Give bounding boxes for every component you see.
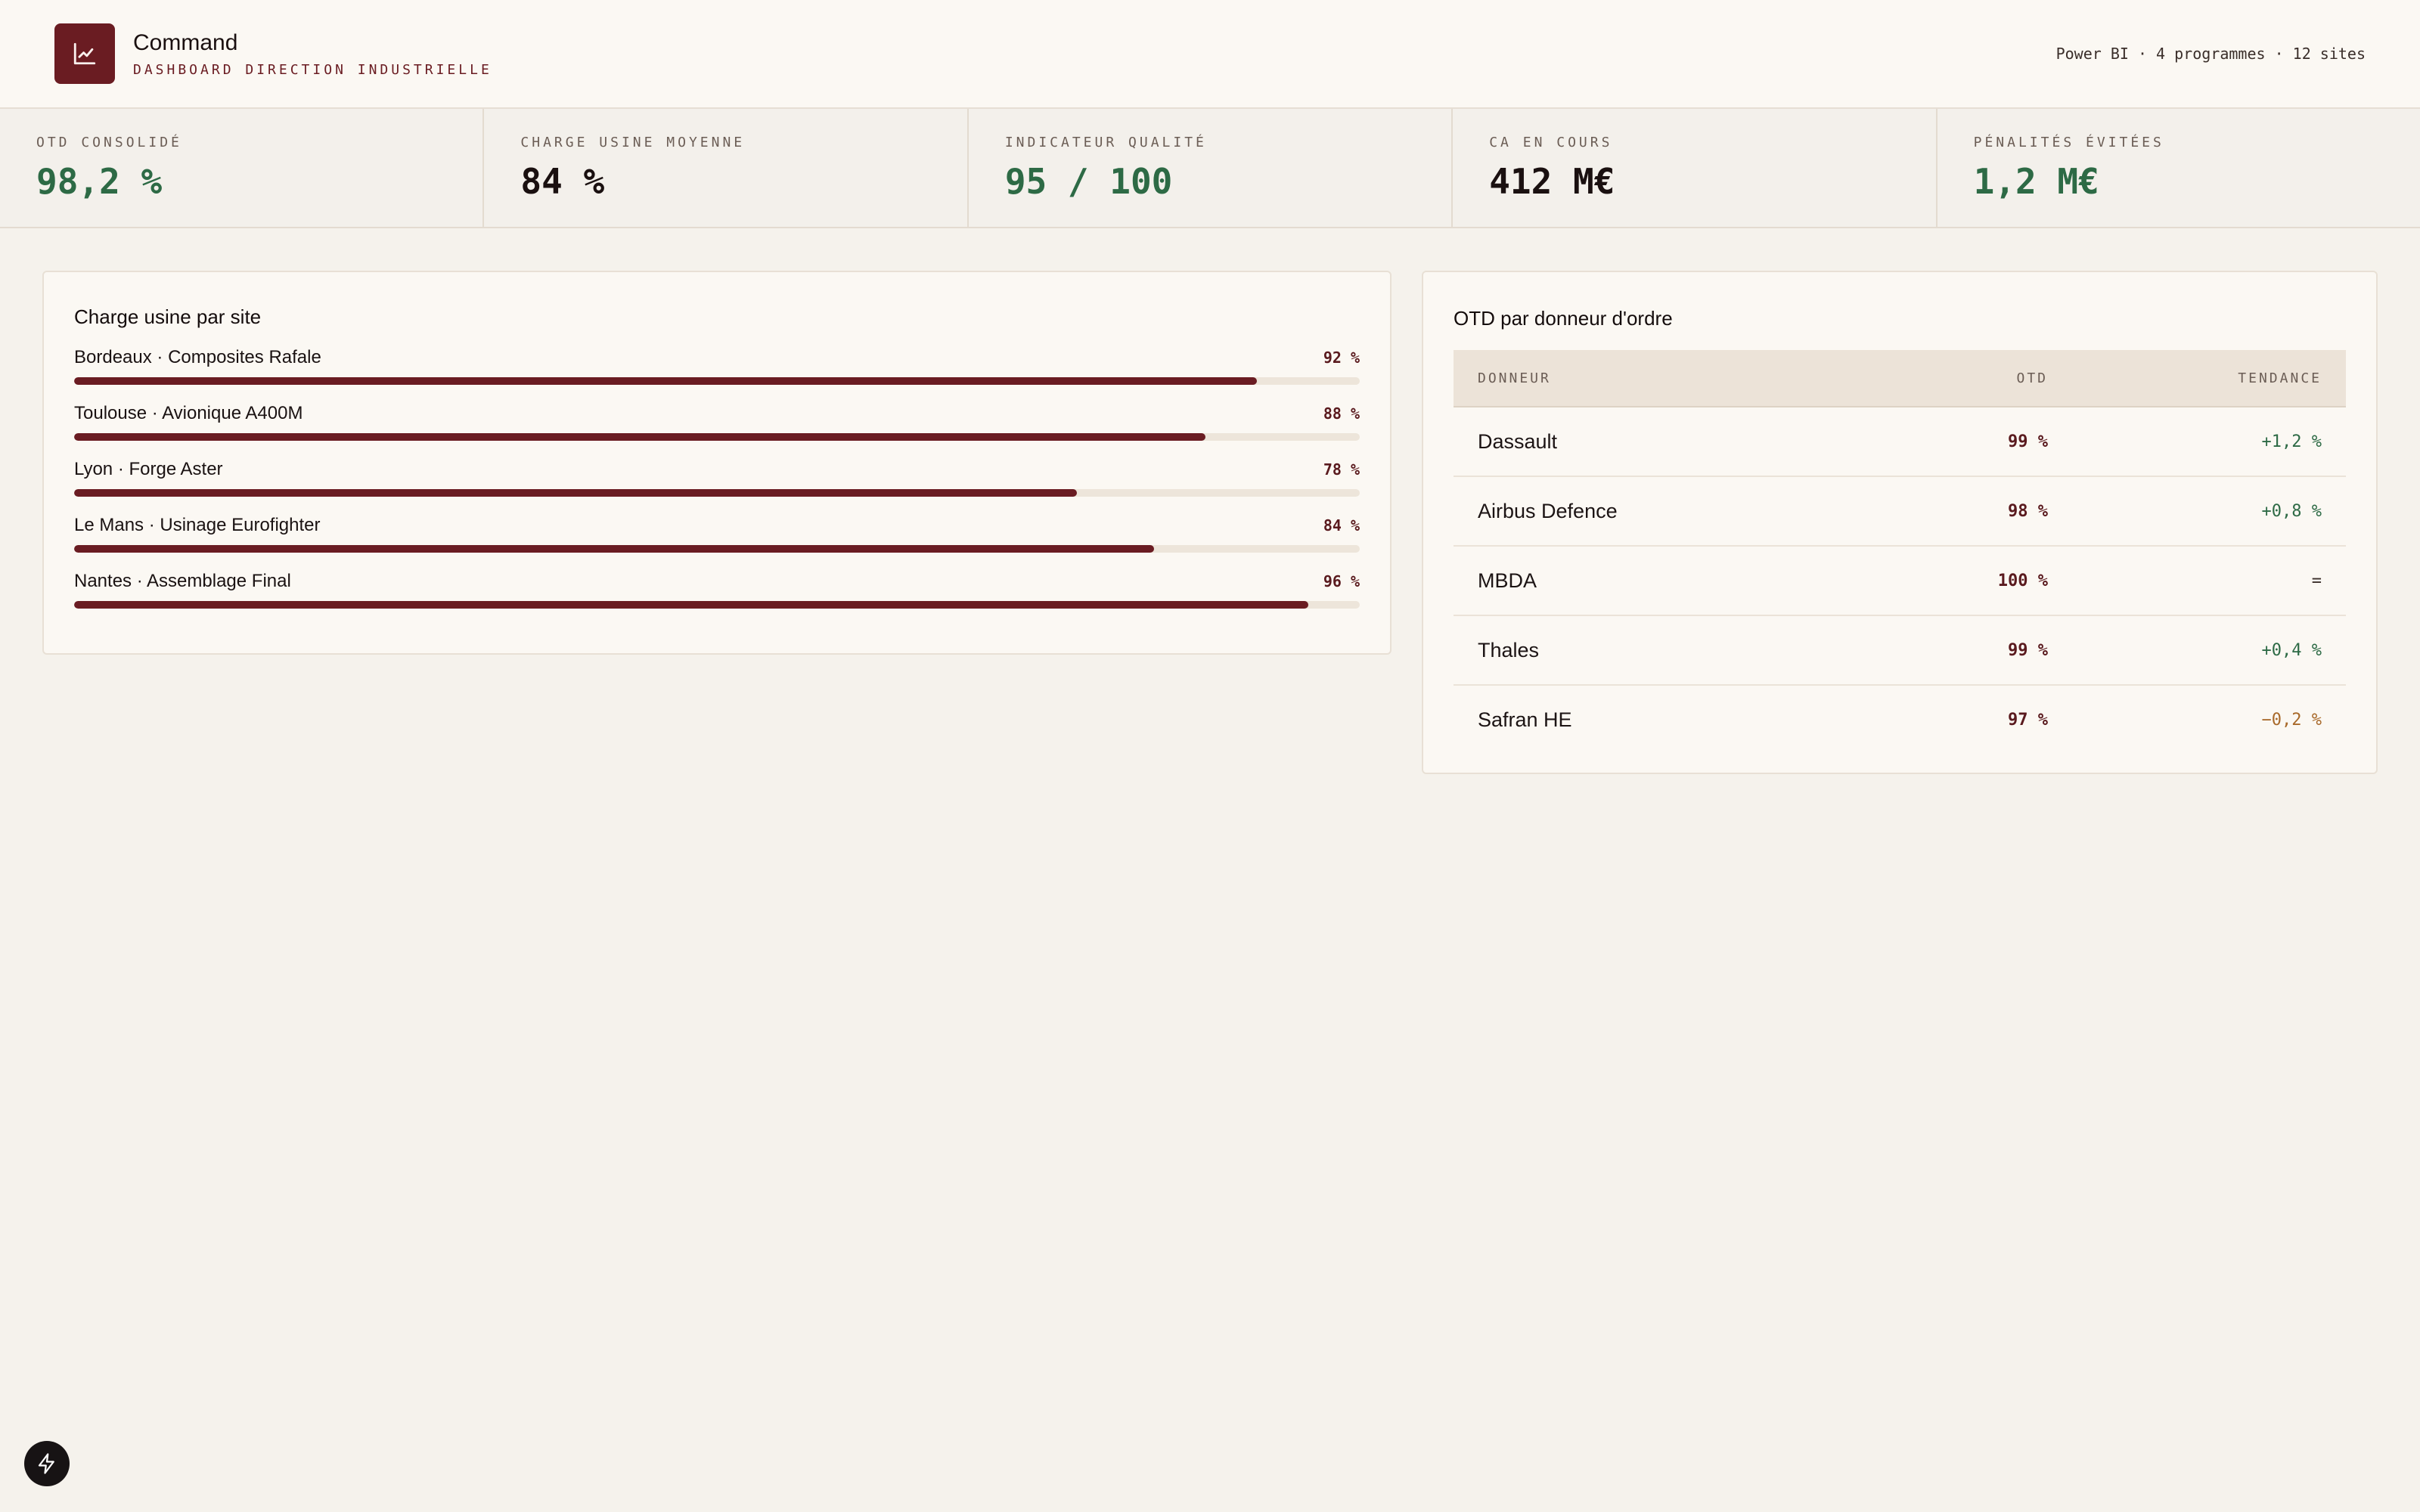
site-label: Toulouse · Avionique A400M (74, 403, 303, 423)
progress-fill (74, 433, 1205, 441)
site-pct: 96 % (1323, 572, 1360, 590)
donneur-cell: MBDA (1454, 546, 1820, 616)
charge-panel-title: Charge usine par site (74, 305, 262, 328)
site-pct: 84 % (1323, 516, 1360, 534)
otd-cell: 98 % (1820, 476, 2049, 547)
kpi-value: 412 M€ (1489, 161, 1615, 202)
otd-cell: 99 % (1820, 407, 2049, 477)
kpi-value: 98,2 % (36, 161, 163, 202)
line-chart-icon (54, 23, 115, 84)
table-row[interactable]: Safran HE 97 % −0,2 % (1454, 685, 2346, 754)
column-header-otd[interactable]: OTD (1820, 350, 2049, 407)
otd-cell: 97 % (2008, 710, 2048, 730)
header-meta: Power BI · 4 programmes · 12 sites (2055, 45, 2366, 63)
otd-panel: OTD par donneur d'ordre DONNEUR OTD TEND… (1422, 271, 2378, 774)
kpi-card: OTD CONSOLIDÉ 98,2 % (0, 109, 485, 227)
site-bar-row: Bordeaux · Composites Rafale 92 % (74, 347, 1360, 385)
site-bar-row: Lyon · Forge Aster 78 % (74, 459, 1360, 497)
kpi-card: CA EN COURS 412 M€ (1453, 109, 1938, 227)
table-row[interactable]: Airbus Defence 98 % +0,8 % (1454, 476, 2346, 547)
kpi-value: 1,2 M€ (1973, 161, 2099, 202)
donneur-cell: Thales (1454, 615, 1820, 686)
kpi-label: CHARGE USINE MOYENNE (520, 135, 746, 150)
progress-track (74, 545, 1360, 553)
trend-cell: +0,8 % (2049, 476, 2346, 547)
progress-fill (74, 489, 1077, 497)
charge-panel: Charge usine par site Bordeaux · Composi… (42, 271, 1392, 655)
app-subtitle: DASHBOARD DIRECTION INDUSTRIELLE (133, 61, 492, 78)
kpi-label: PÉNALITÉS ÉVITÉES (1973, 135, 2164, 150)
site-label: Nantes · Assemblage Final (74, 571, 291, 591)
site-label: Bordeaux · Composites Rafale (74, 347, 321, 367)
kpi-label: INDICATEUR QUALITÉ (1004, 135, 1207, 150)
kpi-label: CA EN COURS (1489, 135, 1613, 150)
trend-cell: −0,2 % (2261, 710, 2322, 730)
progress-fill (74, 601, 1308, 609)
progress-fill (74, 377, 1257, 385)
progress-track (74, 433, 1360, 441)
otd-table: DONNEUR OTD TENDANCE Dassault 99 % +1,2 … (1454, 350, 2346, 754)
kpi-value: 84 % (520, 161, 605, 202)
table-row[interactable]: Thales 99 % +0,4 % (1454, 615, 2346, 686)
kpi-value: 95 / 100 (1004, 161, 1173, 202)
app-header: Command DASHBOARD DIRECTION INDUSTRIELLE… (0, 0, 2420, 109)
site-pct: 78 % (1323, 460, 1360, 479)
site-bar-row: Toulouse · Avionique A400M 88 % (74, 403, 1360, 441)
otd-cell: 100 % (1820, 546, 2049, 616)
progress-track (74, 489, 1360, 497)
site-pct: 92 % (1323, 349, 1360, 367)
brand: Command DASHBOARD DIRECTION INDUSTRIELLE (54, 23, 492, 84)
trend-cell: +0,4 % (2049, 615, 2346, 686)
table-header-row: DONNEUR OTD TENDANCE (1454, 350, 2346, 407)
app-name: Command (133, 29, 238, 55)
column-header-donneur[interactable]: DONNEUR (1454, 350, 1820, 407)
otd-panel-title: OTD par donneur d'ordre (1454, 307, 1673, 330)
site-bar-row: Le Mans · Usinage Eurofighter 84 % (74, 515, 1360, 553)
table-row[interactable]: MBDA 100 % = (1454, 546, 2346, 616)
site-label: Le Mans · Usinage Eurofighter (74, 515, 321, 535)
kpi-card: PÉNALITÉS ÉVITÉES 1,2 M€ (1938, 109, 2420, 227)
column-header-tendance[interactable]: TENDANCE (2049, 350, 2346, 407)
site-bar-row: Nantes · Assemblage Final 96 % (74, 571, 1360, 609)
donneur-cell: Dassault (1454, 407, 1820, 477)
trend-cell: = (2049, 546, 2346, 616)
progress-fill (74, 545, 1154, 553)
site-pct: 88 % (1323, 404, 1360, 423)
kpi-card: INDICATEUR QUALITÉ 95 / 100 (969, 109, 1454, 227)
site-label: Lyon · Forge Aster (74, 459, 223, 479)
donneur-cell: Airbus Defence (1454, 476, 1820, 547)
progress-track (74, 601, 1360, 609)
otd-cell: 99 % (1820, 615, 2049, 686)
table-row[interactable]: Dassault 99 % +1,2 % (1454, 407, 2346, 477)
trend-cell: +1,2 % (2049, 407, 2346, 477)
donneur-cell: Safran HE (1478, 708, 1572, 731)
progress-track (74, 377, 1360, 385)
lightning-icon[interactable] (24, 1441, 70, 1486)
kpi-card: CHARGE USINE MOYENNE 84 % (484, 109, 969, 227)
kpi-strip: OTD CONSOLIDÉ 98,2 % CHARGE USINE MOYENN… (0, 109, 2420, 228)
kpi-label: OTD CONSOLIDÉ (36, 135, 182, 150)
